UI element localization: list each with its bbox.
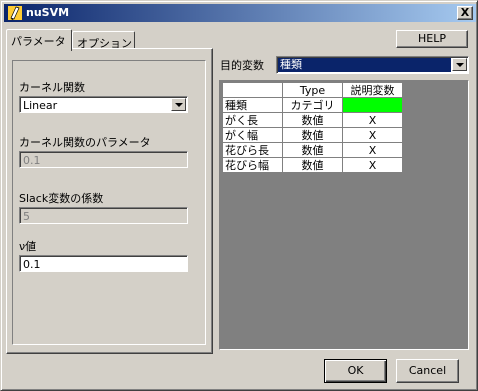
table-row[interactable]: 花びら長 数値 X bbox=[222, 142, 403, 158]
kernel-label: カーネル関数 bbox=[19, 81, 85, 94]
row-type[interactable]: 数値 bbox=[282, 157, 343, 173]
row-type[interactable]: カテゴリ bbox=[282, 97, 343, 113]
nu-label: ν値 bbox=[19, 240, 37, 253]
grid-header-explanatory: 説明変数 bbox=[342, 82, 403, 98]
tab-parameters-label: パラメータ bbox=[11, 35, 66, 48]
row-name: がく幅 bbox=[222, 127, 283, 143]
cancel-button[interactable]: Cancel bbox=[396, 359, 459, 383]
slack-label: Slack変数の係数 bbox=[19, 192, 104, 205]
kernel-param-value: 0.1 bbox=[23, 154, 41, 167]
close-icon: X bbox=[460, 6, 470, 19]
slack-field: 5 bbox=[19, 207, 188, 224]
table-row[interactable]: がく長 数値 X bbox=[222, 112, 403, 128]
variables-grid: Type 説明変数 種類 カテゴリ がく長 数値 X がく幅 数値 X 花びら長… bbox=[222, 82, 403, 173]
ok-button[interactable]: OK bbox=[324, 359, 387, 383]
nu-value: 0.1 bbox=[23, 258, 41, 271]
slack-value: 5 bbox=[23, 210, 30, 223]
row-type[interactable]: 数値 bbox=[282, 127, 343, 143]
close-button[interactable]: X bbox=[457, 6, 473, 20]
chevron-down-icon[interactable] bbox=[171, 98, 186, 111]
help-button[interactable]: HELP bbox=[396, 30, 468, 48]
pencil-icon bbox=[8, 6, 22, 20]
help-button-label: HELP bbox=[418, 32, 446, 45]
row-name: がく長 bbox=[222, 112, 283, 128]
row-name: 種類 bbox=[222, 97, 283, 113]
nusvm-window: nuSVM X パラメータ オプション HELP カーネル関数 Linear カ… bbox=[0, 0, 478, 391]
row-name: 花びら長 bbox=[222, 142, 283, 158]
target-select[interactable]: 種類 bbox=[276, 56, 469, 74]
window-title: nuSVM bbox=[26, 6, 70, 19]
row-explanatory[interactable]: X bbox=[342, 127, 403, 143]
target-label: 目的変数 bbox=[220, 59, 264, 72]
cancel-button-label: Cancel bbox=[408, 364, 447, 377]
kernel-select-value: Linear bbox=[23, 99, 58, 112]
row-explanatory[interactable]: X bbox=[342, 142, 403, 158]
grid-corner bbox=[222, 82, 283, 98]
kernel-select[interactable]: Linear bbox=[19, 96, 188, 113]
row-explanatory[interactable]: X bbox=[342, 112, 403, 128]
table-row[interactable]: 花びら幅 数値 X bbox=[222, 157, 403, 173]
grid-header-type: Type bbox=[282, 82, 343, 98]
grid-header-row: Type 説明変数 bbox=[222, 82, 403, 98]
table-row[interactable]: 種類 カテゴリ bbox=[222, 97, 403, 113]
nu-field[interactable]: 0.1 bbox=[19, 255, 188, 272]
chevron-down-icon[interactable] bbox=[452, 58, 467, 71]
row-type[interactable]: 数値 bbox=[282, 112, 343, 128]
kernel-param-label: カーネル関数のパラメータ bbox=[19, 136, 151, 149]
table-row[interactable]: がく幅 数値 X bbox=[222, 127, 403, 143]
row-name: 花びら幅 bbox=[222, 157, 283, 173]
kernel-param-field: 0.1 bbox=[19, 151, 188, 168]
title-bar[interactable]: nuSVM X bbox=[4, 4, 476, 22]
ok-button-label: OK bbox=[347, 364, 364, 377]
row-type[interactable]: 数値 bbox=[282, 142, 343, 158]
row-explanatory[interactable]: X bbox=[342, 157, 403, 173]
target-select-value: 種類 bbox=[278, 58, 451, 72]
tab-parameters[interactable]: パラメータ bbox=[6, 29, 72, 51]
row-explanatory[interactable] bbox=[342, 97, 403, 113]
